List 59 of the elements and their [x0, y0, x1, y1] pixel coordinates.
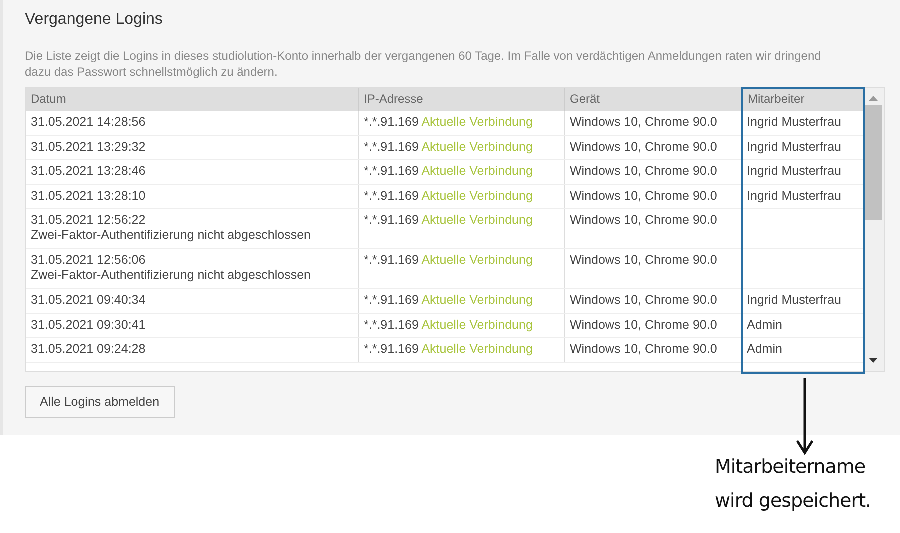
- table-cell: Windows 10, Chrome 90.0: [570, 318, 718, 332]
- ip-address: *.*.91.169: [364, 164, 419, 178]
- ip-address: *.*.91.169: [364, 140, 419, 154]
- logout-all-button[interactable]: Alle Logins abmelden: [25, 386, 175, 418]
- status-note: Zwei-Faktor-Authentifizierung nicht abgeschlossen: [31, 228, 312, 243]
- connection-status: Aktuelle Verbindung: [422, 188, 533, 202]
- ip-address: *.*.91.169: [364, 318, 419, 332]
- table-cell-text: 31.05.2021 14:28:56: [31, 115, 147, 130]
- connection-status: Aktuelle Verbindung: [422, 140, 533, 154]
- table-cell: Windows 10, Chrome 90.0: [570, 342, 718, 356]
- table-cell: Windows 10, Chrome 90.0: [570, 140, 718, 154]
- scroll-down-icon[interactable]: [869, 358, 878, 363]
- table-cell: Windows 10, Chrome 90.0: [570, 164, 718, 178]
- ip-address: *.*.91.169: [364, 342, 419, 356]
- table-cell-text: 31.05.2021 09:30:41: [31, 318, 147, 332]
- column-header[interactable]: Mitarbeiter: [742, 88, 863, 111]
- table-cell: Windows 10, Chrome 90.0: [570, 253, 718, 267]
- table-cell-text: 31.05.2021 13:28:46: [31, 164, 147, 179]
- scroll-thumb[interactable]: [865, 105, 882, 220]
- connection-status: Aktuelle Verbindung: [422, 318, 533, 332]
- ip-address: *.*.91.169: [364, 213, 419, 227]
- table-cell: Ingrid Musterfrau: [747, 293, 842, 307]
- scroll-up-icon[interactable]: [869, 96, 878, 101]
- table-cell: Windows 10, Chrome 90.0: [570, 115, 718, 129]
- column-header[interactable]: Gerät: [564, 88, 742, 111]
- arrow-icon: [796, 378, 814, 456]
- table-cell: Admin: [747, 342, 782, 356]
- table-cell: Ingrid Musterfrau: [747, 140, 842, 154]
- status-note: Zwei-Faktor-Authentifizierung nicht abgeschlossen: [31, 268, 312, 283]
- ip-address: *.*.91.169: [364, 293, 419, 307]
- column-header[interactable]: Datum: [26, 88, 358, 111]
- table-cell: Windows 10, Chrome 90.0: [570, 188, 718, 202]
- annotation-text: wird gespeichert.: [715, 489, 872, 513]
- table-cell: Ingrid Musterfrau: [747, 188, 842, 202]
- table-cell-text: 31.05.2021 13:29:32: [31, 140, 147, 154]
- table-cell-text: 31.05.2021 12:56:22: [31, 213, 147, 228]
- table-cell-text: 31.05.2021 09:24:28: [31, 342, 147, 357]
- ip-address: *.*.91.169: [364, 253, 419, 267]
- table-cell: Windows 10, Chrome 90.0: [570, 293, 718, 307]
- connection-status: Aktuelle Verbindung: [422, 342, 533, 356]
- table-cell: Ingrid Musterfrau: [747, 164, 842, 178]
- table-cell: Ingrid Musterfrau: [747, 115, 842, 129]
- connection-status: Aktuelle Verbindung: [422, 164, 533, 178]
- table-cell-text: 31.05.2021 13:28:10: [31, 188, 147, 204]
- annotation-text: Mitarbeitername: [715, 455, 867, 479]
- connection-status: Aktuelle Verbindung: [422, 253, 533, 267]
- table-cell: Windows 10, Chrome 90.0: [570, 213, 718, 227]
- table-cell: Admin: [747, 318, 782, 332]
- table-cell-text: 31.05.2021 09:40:34: [31, 293, 147, 308]
- scrollbar[interactable]: [863, 88, 884, 371]
- ip-address: *.*.91.169: [364, 188, 419, 202]
- connection-status: Aktuelle Verbindung: [422, 213, 533, 227]
- column-header[interactable]: IP-Adresse: [358, 88, 564, 111]
- table-cell-text: 31.05.2021 12:56:06: [31, 253, 147, 268]
- connection-status: Aktuelle Verbindung: [422, 293, 533, 307]
- description: Die Liste zeigt die Logins in dieses studiolution-Konto innerhalb der vergangenen 60 Tage. Im Falle von verdächtigen Anmeldungen raten wir dringend dazu das Passwort schnellstmöglich zu ändern.: [25, 48, 822, 80]
- section-title: Vergangene Logins: [25, 10, 164, 30]
- connection-status: Aktuelle Verbindung: [422, 115, 533, 129]
- ip-address: *.*.91.169: [364, 115, 419, 129]
